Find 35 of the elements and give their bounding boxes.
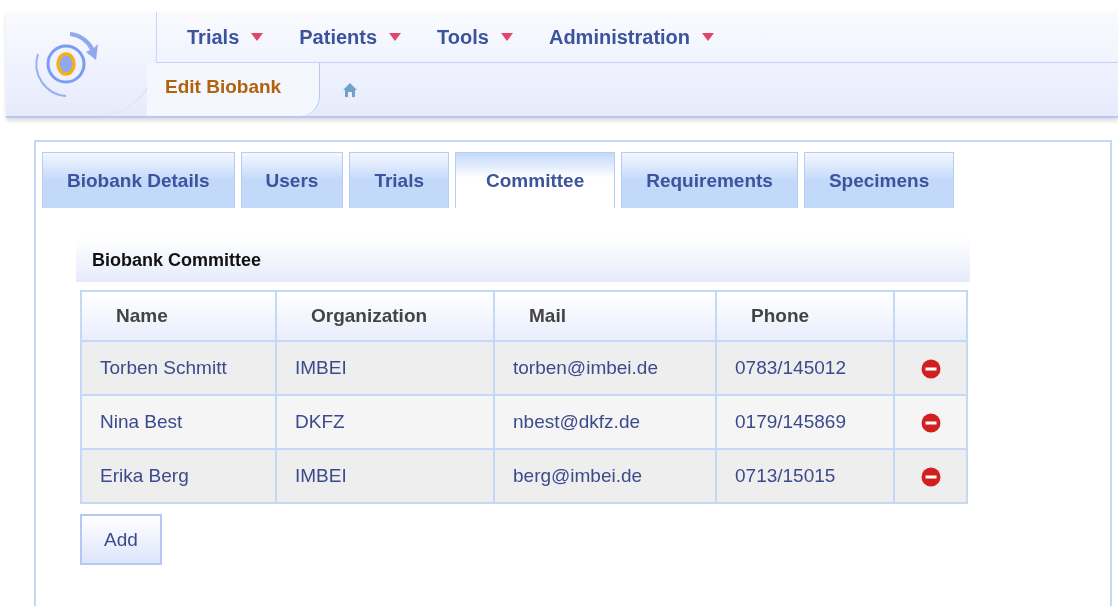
tab[interactable]: Specimens	[803, 152, 955, 208]
column-header: Mail	[494, 291, 716, 341]
table-cell: 0179/145869	[716, 395, 894, 449]
dropdown-caret-icon	[702, 33, 715, 41]
table-cell: nbest@dkfz.de	[494, 395, 716, 449]
tab[interactable]: Trials	[349, 152, 450, 208]
table-cell: torben@imbei.de	[494, 341, 716, 395]
tab[interactable]: Committee	[455, 152, 616, 208]
table-cell: 0783/145012	[716, 341, 894, 395]
table-cell: Erika Berg	[81, 449, 276, 503]
menu-item[interactable]: Trials	[187, 25, 264, 49]
dropdown-caret-icon	[500, 33, 513, 41]
dropdown-caret-icon	[251, 33, 264, 41]
table-cell: DKFZ	[276, 395, 494, 449]
dropdown-caret-icon	[389, 33, 402, 41]
column-header: Name	[81, 291, 276, 341]
add-button[interactable]: Add	[80, 514, 162, 565]
column-header: Phone	[716, 291, 894, 341]
menu-item[interactable]: Patients	[299, 25, 402, 49]
tab[interactable]: Users	[240, 152, 344, 208]
table-cell: IMBEI	[276, 341, 494, 395]
tab[interactable]: Biobank Details	[42, 152, 235, 208]
remove-icon[interactable]	[920, 359, 941, 379]
column-header: Organization	[276, 291, 494, 341]
table-cell: berg@imbei.de	[494, 449, 716, 503]
breadcrumb-tab[interactable]: Edit Biobank	[147, 63, 321, 116]
table-cell: Nina Best	[81, 395, 276, 449]
table-cell: IMBEI	[276, 449, 494, 503]
tab[interactable]: Requirements	[621, 152, 798, 208]
menu-item[interactable]: Tools	[437, 25, 513, 49]
remove-icon[interactable]	[920, 413, 941, 433]
table-cell: 0713/15015	[716, 449, 894, 503]
menu-item[interactable]: Administration	[548, 25, 715, 49]
remove-icon[interactable]	[920, 467, 941, 487]
table-cell: Torben Schmitt	[81, 341, 276, 395]
